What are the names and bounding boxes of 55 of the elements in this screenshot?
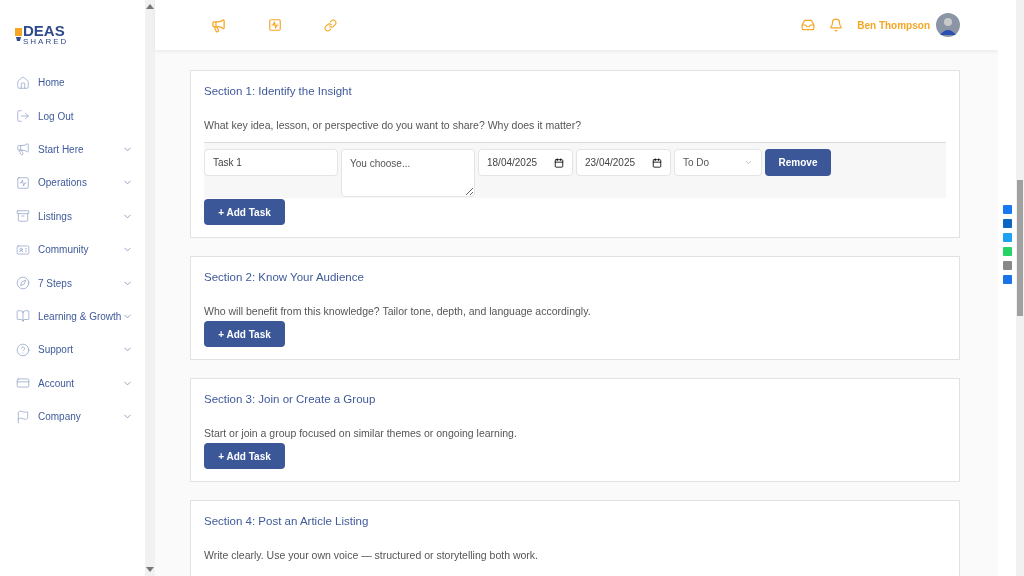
sidebar-item[interactable]: Log Out bbox=[0, 99, 145, 133]
section-title: Section 2: Know Your Audience bbox=[204, 270, 365, 285]
sidebar-item[interactable]: Start Here bbox=[0, 132, 145, 167]
task-name-field[interactable]: Task 1 bbox=[204, 149, 338, 176]
section-title: Section 4: Post an Article Listing bbox=[204, 514, 370, 529]
flag-icon bbox=[16, 409, 30, 424]
sidebar-item[interactable]: Support bbox=[0, 333, 145, 367]
sidebar-item[interactable]: Account bbox=[0, 366, 145, 400]
section-description: What key idea, lesson, or perspective do you want to share? Why does it matter? bbox=[204, 118, 583, 134]
sidebar-item[interactable]: Company bbox=[0, 399, 145, 434]
home-icon bbox=[16, 75, 30, 90]
section-title: Section 1: Identify the Insight bbox=[204, 84, 353, 99]
section-description: Write clearly. Use your own voice — structured or storytelling both work. bbox=[204, 548, 539, 564]
start-date-field[interactable]: 18/04/2025 bbox=[478, 149, 573, 176]
link-icon[interactable] bbox=[324, 18, 337, 32]
calendar-icon bbox=[554, 157, 564, 168]
scrollbar-thumb[interactable] bbox=[1017, 180, 1023, 316]
megaphone-icon[interactable] bbox=[211, 17, 226, 33]
sidebar-item[interactable]: Home bbox=[0, 66, 145, 100]
status-select[interactable]: To Do bbox=[674, 149, 762, 176]
archive-icon bbox=[16, 209, 30, 224]
logo-text: DEAS bbox=[23, 22, 66, 38]
activity-icon bbox=[16, 175, 30, 190]
book-icon bbox=[16, 309, 30, 324]
inbox-icon[interactable] bbox=[801, 18, 816, 32]
id-card-icon bbox=[16, 242, 30, 257]
lightbulb-icon bbox=[15, 26, 22, 42]
chevron-icon bbox=[744, 158, 753, 167]
card-icon bbox=[16, 376, 30, 391]
sidebar-item[interactable]: Community bbox=[0, 232, 145, 267]
scrollbar-track[interactable] bbox=[1016, 0, 1024, 576]
activity-icon[interactable] bbox=[268, 18, 282, 32]
logo-tagline: SHARED bbox=[23, 37, 69, 46]
section-title: Section 3: Join or Create a Group bbox=[204, 392, 377, 407]
sidebar-item[interactable]: 7 Steps bbox=[0, 266, 145, 300]
section-description: Who will benefit from this knowledge? Tailor tone, depth, and language accordingly. bbox=[204, 304, 592, 320]
remove-button[interactable]: Remove bbox=[765, 149, 831, 176]
sidebar-item[interactable]: Operations bbox=[0, 166, 145, 200]
megaphone-icon bbox=[16, 142, 30, 157]
bell-icon[interactable] bbox=[829, 18, 844, 32]
add-task-button[interactable]: + Add Task bbox=[204, 199, 285, 225]
calendar-icon bbox=[652, 157, 662, 168]
section-description: Start or join a group focused on similar themes or ongoing learning. bbox=[204, 426, 518, 442]
compass-icon bbox=[16, 276, 30, 291]
scrollbar-track[interactable] bbox=[145, 0, 155, 576]
sidebar-item[interactable]: Learning & Growth bbox=[0, 299, 145, 334]
question-icon bbox=[16, 342, 30, 357]
avatar[interactable] bbox=[936, 13, 960, 37]
sidebar-item[interactable]: Listings bbox=[0, 199, 145, 233]
add-task-button[interactable]: + Add Task bbox=[204, 321, 285, 347]
add-task-button[interactable]: + Add Task bbox=[204, 443, 285, 469]
notes-field[interactable]: You choose... bbox=[341, 149, 475, 197]
end-date-field[interactable]: 23/04/2025 bbox=[576, 149, 671, 176]
logout-icon bbox=[16, 109, 30, 124]
logo[interactable]: DEAS SHARED bbox=[15, 24, 145, 44]
